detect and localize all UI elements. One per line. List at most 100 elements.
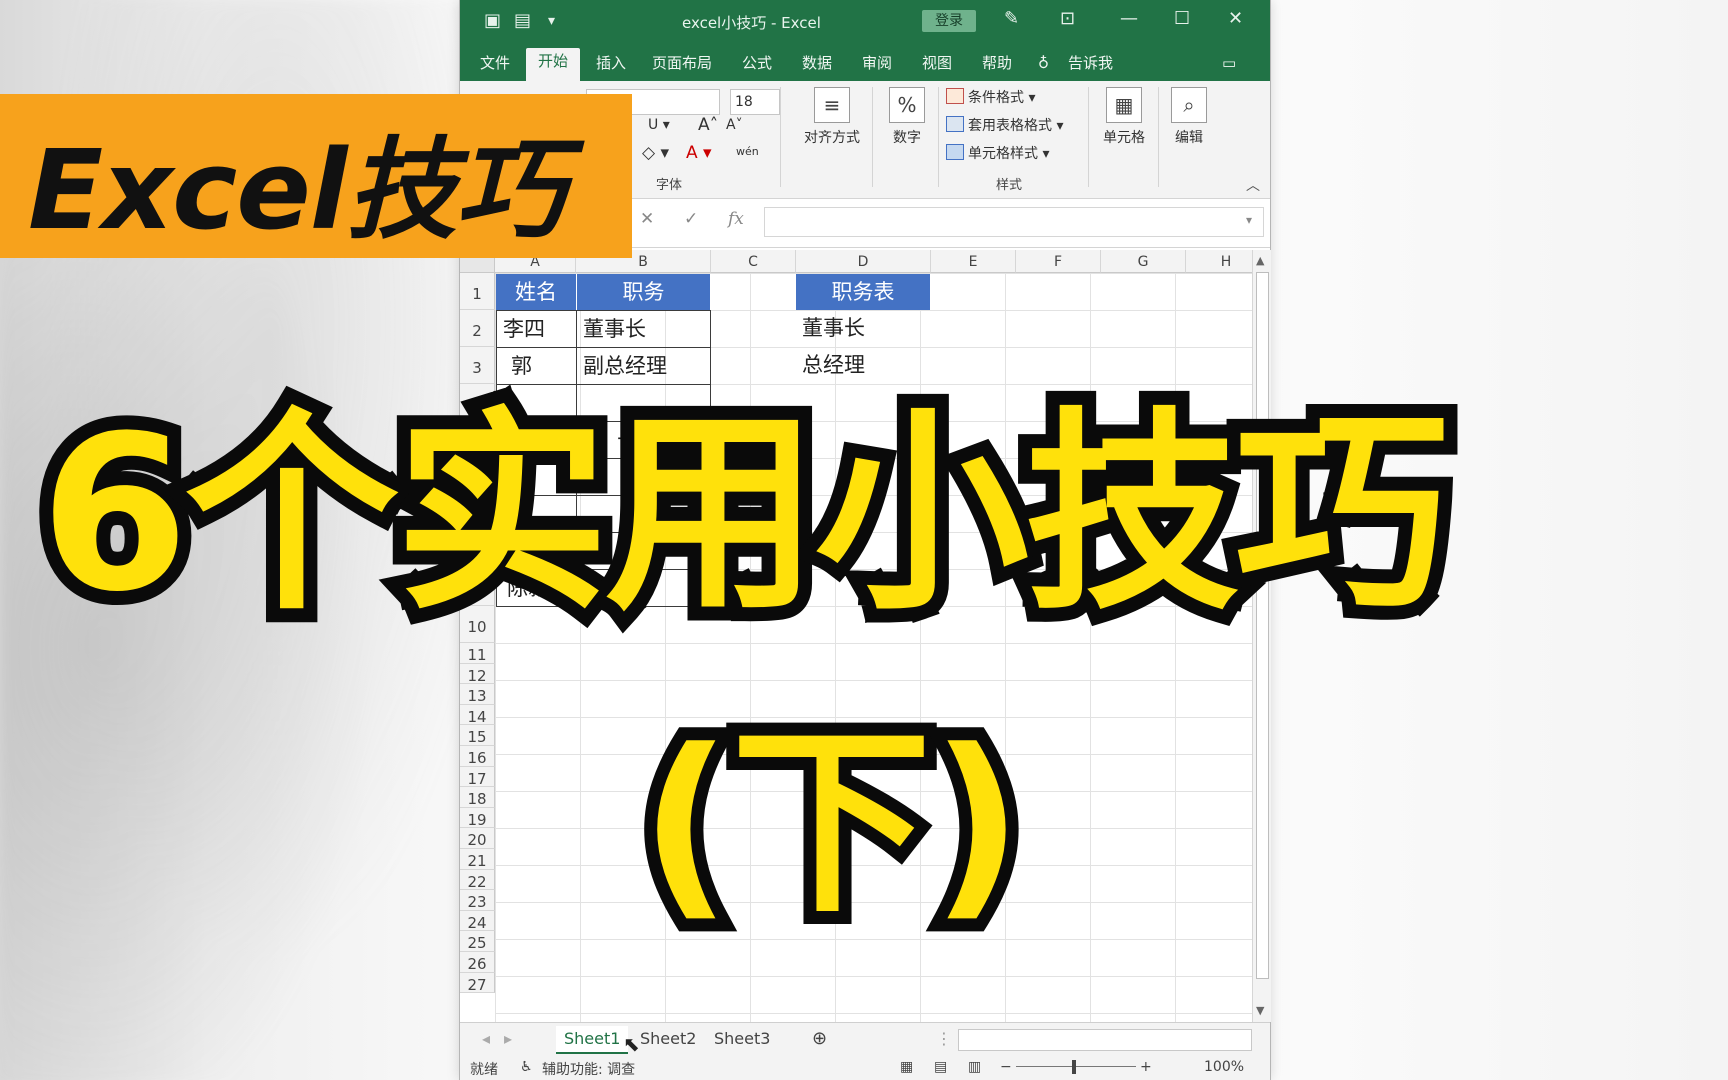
sheet-tab-2[interactable]: Sheet2 [632, 1026, 704, 1052]
tab-view[interactable]: 视图 [910, 50, 964, 80]
decrease-font-icon[interactable]: A˅ [726, 117, 743, 133]
comments-icon[interactable]: ▭ [1222, 50, 1236, 80]
table-format-label: 套用表格格式 [968, 118, 1052, 134]
tab-file[interactable]: 文件 [468, 50, 522, 80]
fill-color-icon[interactable]: ◇ ▾ [642, 143, 669, 163]
underline-icon[interactable]: U ▾ [648, 117, 670, 133]
normal-view-icon[interactable]: ▦ [900, 1059, 913, 1075]
prev-sheet-icon[interactable]: ◂ [474, 1026, 498, 1052]
tab-splitter-icon[interactable]: ⋮ [928, 1026, 960, 1052]
separator [1158, 87, 1159, 187]
table-format-button[interactable]: 套用表格格式 ▾ [946, 115, 1063, 135]
row-header[interactable]: 20 [460, 828, 495, 849]
tab-page-layout[interactable]: 页面布局 [640, 50, 724, 80]
cell-a1[interactable]: 姓名 [496, 274, 576, 310]
column-header-g[interactable]: G [1101, 250, 1186, 273]
row-header[interactable]: 21 [460, 849, 495, 870]
alignment-label: 对齐方式 [804, 130, 860, 146]
scroll-down-icon[interactable]: ▼ [1256, 1004, 1264, 1017]
row-header[interactable]: 24 [460, 910, 495, 932]
column-header-d[interactable]: D [796, 250, 931, 273]
tab-tell-me[interactable]: 告诉我 [1068, 50, 1125, 80]
cell-d1[interactable]: 职务表 [796, 274, 930, 310]
row-header[interactable]: 18 [460, 787, 495, 808]
expand-formula-icon[interactable]: ▾ [1246, 213, 1252, 227]
page-layout-view-icon[interactable]: ▤ [934, 1059, 947, 1075]
scroll-up-icon[interactable]: ▲ [1256, 254, 1264, 267]
magnifier-icon: ⌕ [1171, 87, 1207, 123]
conditional-format-icon [946, 88, 964, 104]
save-icon[interactable]: ▣ [484, 10, 501, 31]
row-header[interactable]: 1 [460, 273, 495, 310]
formula-input[interactable] [764, 207, 1264, 237]
add-sheet-icon[interactable]: ⊕ [804, 1026, 835, 1052]
cell-style-button[interactable]: 单元格样式 ▾ [946, 143, 1049, 163]
column-header-h[interactable]: H [1186, 250, 1252, 273]
accessibility-status[interactable]: 辅助功能: 调查 [542, 1059, 635, 1079]
row-header[interactable]: 13 [460, 684, 495, 705]
editing-button[interactable]: ⌕ 编辑 [1162, 87, 1216, 147]
alignment-button[interactable]: ≡ 对齐方式 [796, 87, 868, 147]
sheet-tab-3[interactable]: Sheet3 [706, 1026, 778, 1052]
row-header[interactable]: 16 [460, 746, 495, 767]
tab-formulas[interactable]: 公式 [730, 50, 784, 80]
confirm-entry-icon[interactable]: ✓ [684, 209, 698, 229]
page-break-view-icon[interactable]: ▥ [968, 1059, 981, 1075]
column-header-f[interactable]: F [1016, 250, 1101, 273]
column-header-e[interactable]: E [931, 250, 1016, 273]
minimize-icon[interactable]: — [1120, 8, 1138, 29]
quick-access-dropdown-icon[interactable]: ▾ [548, 13, 555, 29]
row-header[interactable]: 17 [460, 766, 495, 788]
lightbulb-icon[interactable]: ♁ [1038, 50, 1049, 80]
zoom-slider[interactable] [1016, 1066, 1136, 1067]
main-title: 6个实用小技巧 [26, 376, 1463, 653]
sheet-tab-1[interactable]: Sheet1 [556, 1026, 629, 1054]
row-header[interactable]: 23 [460, 890, 495, 911]
touch-mode-icon[interactable]: ▤ [514, 10, 531, 31]
font-color-icon[interactable]: A ▾ [686, 143, 712, 163]
row-header[interactable]: 19 [460, 807, 495, 829]
pen-icon[interactable]: ✎ [1004, 8, 1019, 29]
cancel-entry-icon[interactable]: ✕ [640, 209, 654, 229]
tab-help[interactable]: 帮助 [970, 50, 1024, 80]
tab-home[interactable]: 开始 [526, 48, 581, 81]
tab-review[interactable]: 审阅 [850, 50, 904, 80]
login-button[interactable]: 登录 [922, 10, 976, 32]
zoom-in-icon[interactable]: + [1140, 1059, 1152, 1075]
zoom-out-icon[interactable]: − [1000, 1059, 1012, 1075]
zoom-level[interactable]: 100% [1204, 1059, 1244, 1075]
row-header[interactable]: 27 [460, 972, 495, 994]
cells-icon: ▦ [1106, 87, 1142, 123]
row-header[interactable]: 14 [460, 704, 495, 726]
horizontal-scrollbar[interactable] [958, 1029, 1252, 1051]
tab-insert[interactable]: 插入 [584, 50, 638, 80]
phonetic-icon[interactable]: wén [736, 145, 759, 158]
conditional-format-button[interactable]: 条件格式 ▾ [946, 87, 1035, 107]
accessibility-icon[interactable]: ♿ [520, 1059, 533, 1075]
insert-function-icon[interactable]: fx [728, 209, 744, 229]
tab-data[interactable]: 数据 [790, 50, 844, 80]
next-sheet-icon[interactable]: ▸ [496, 1026, 520, 1052]
increase-font-icon[interactable]: A˄ [698, 115, 718, 135]
cell-b1[interactable]: 职务 [577, 274, 710, 310]
row-header[interactable]: 25 [460, 931, 495, 952]
title-bar: ▣ ▤ ▾ excel小技巧 - Excel 登录 ✎ ⊡ — ☐ ✕ [460, 0, 1270, 43]
font-size-box[interactable]: 18 [730, 89, 780, 115]
status-ready: 就绪 [470, 1062, 498, 1078]
row-header[interactable]: 22 [460, 869, 495, 891]
window-title: excel小技巧 - Excel [682, 14, 821, 32]
row-header[interactable]: 15 [460, 725, 495, 746]
ribbon-display-icon[interactable]: ⊡ [1060, 8, 1075, 29]
row-header[interactable]: 12 [460, 663, 495, 685]
number-button[interactable]: % 数字 [880, 87, 934, 147]
separator [938, 87, 939, 187]
column-header-c[interactable]: C [711, 250, 796, 273]
zoom-slider-thumb[interactable] [1072, 1060, 1076, 1074]
close-icon[interactable]: ✕ [1228, 8, 1243, 29]
separator [872, 87, 873, 187]
ribbon-tabs: 文件 开始 插入 页面布局 公式 数据 审阅 视图 帮助 告诉我 ♁ ▭ [460, 43, 1270, 81]
collapse-ribbon-icon[interactable]: ︿ [1246, 175, 1260, 195]
cells-button[interactable]: ▦ 单元格 [1094, 87, 1154, 147]
row-header[interactable]: 26 [460, 952, 495, 973]
maximize-icon[interactable]: ☐ [1174, 8, 1190, 29]
